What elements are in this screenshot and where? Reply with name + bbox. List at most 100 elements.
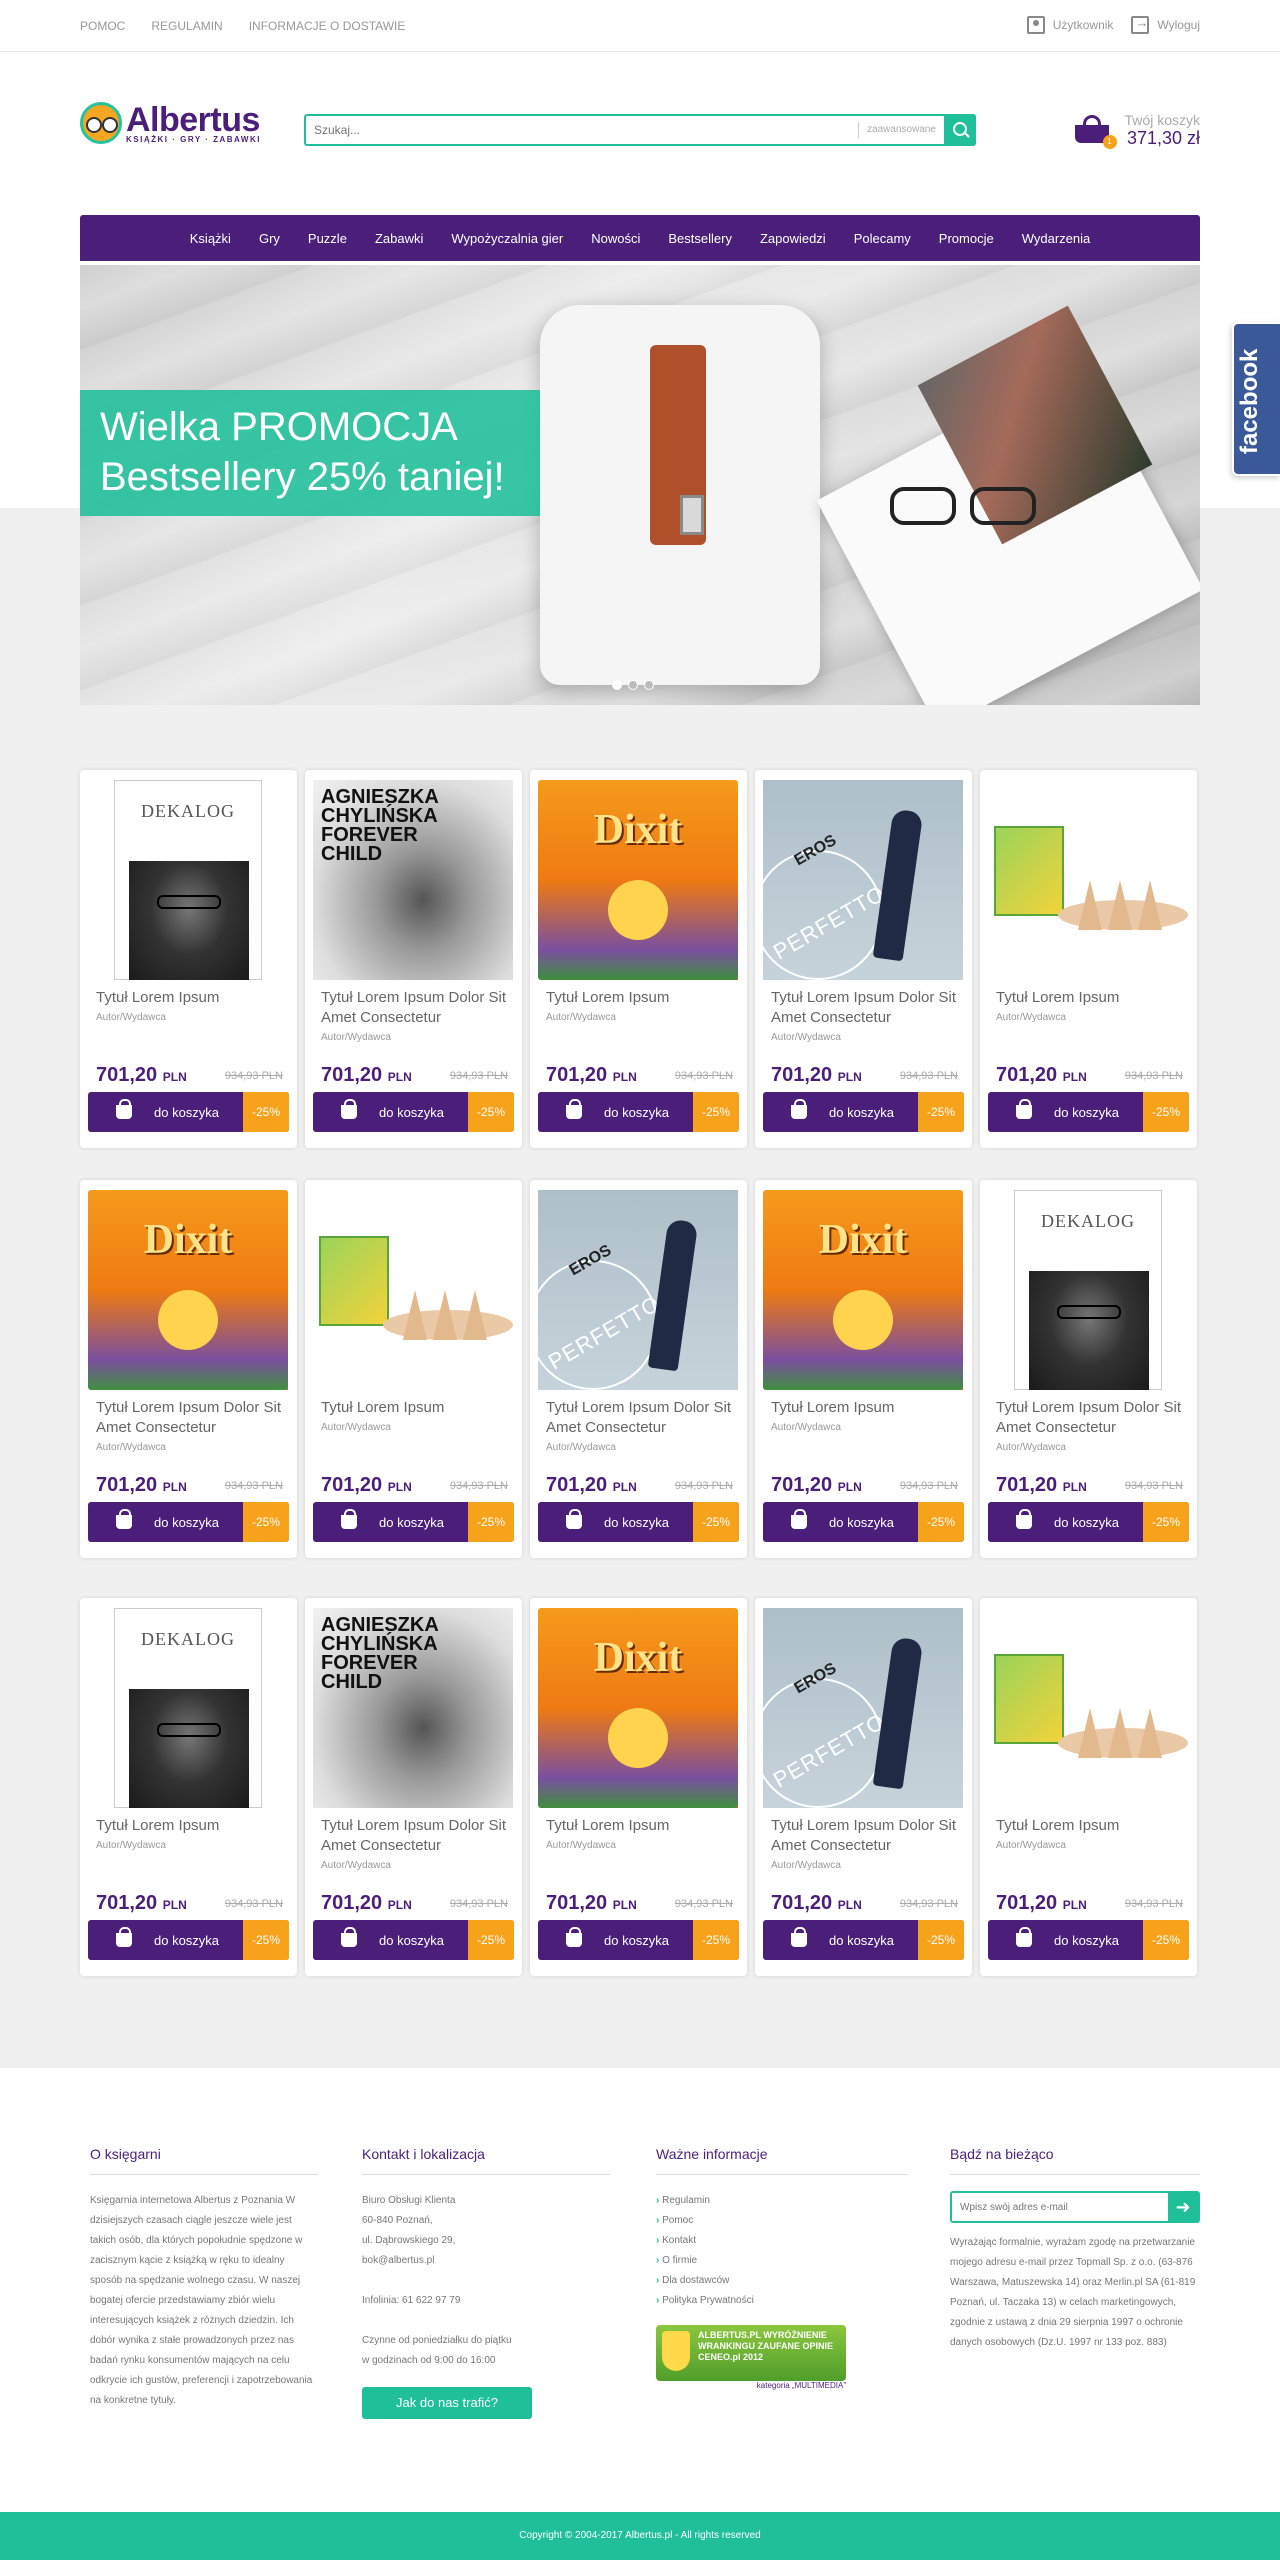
add-to-cart-button[interactable]: do koszyka -25% <box>88 1920 289 1960</box>
top-link-help[interactable]: POMOC <box>80 19 125 33</box>
product-card[interactable]: AGNIESZKA CHYLIŃSKA FOREVER CHILD Tytuł L… <box>305 770 522 1148</box>
product-title[interactable]: Tytuł Lorem Ipsum Dolor Sit Amet Consect… <box>321 1816 521 1856</box>
product-title[interactable]: Tytuł Lorem Ipsum <box>546 1816 746 1836</box>
product-image[interactable]: EROS PERFETTO <box>763 1608 963 1808</box>
top-link-delivery[interactable]: INFORMACJE O DOSTAWIE <box>249 19 406 33</box>
directions-button[interactable]: Jak do nas trafić? <box>362 2387 532 2419</box>
add-to-cart-button[interactable]: do koszyka -25% <box>763 1920 964 1960</box>
add-to-cart-button[interactable]: do koszyka -25% <box>313 1920 514 1960</box>
product-title[interactable]: Tytuł Lorem Ipsum <box>321 1398 521 1418</box>
nav-item-bestsellers[interactable]: Bestsellery <box>668 231 732 246</box>
product-image[interactable] <box>988 780 1188 980</box>
product-card[interactable]: EROS PERFETTO Tytuł Lorem Ipsum Dolor Sit … <box>530 1180 747 1558</box>
product-image[interactable]: DEKALOG <box>88 1608 288 1808</box>
product-image[interactable]: Dixit <box>538 1608 738 1808</box>
product-image[interactable]: DEKALOG <box>88 780 288 980</box>
product-title[interactable]: Tytuł Lorem Ipsum Dolor Sit Amet Consect… <box>546 1398 746 1438</box>
product-old-price: 934,93 PLN <box>899 1070 958 1082</box>
nav-item-books[interactable]: Książki <box>190 231 231 246</box>
product-title[interactable]: Tytuł Lorem Ipsum Dolor Sit Amet Consect… <box>96 1398 296 1438</box>
add-to-cart-button[interactable]: do koszyka -25% <box>538 1920 739 1960</box>
footer-link-privacy[interactable]: Polityka Prywatności <box>656 2291 908 2311</box>
nav-item-recommended[interactable]: Polecamy <box>854 231 911 246</box>
product-card[interactable]: DEKALOG Tytuł Lorem Ipsum Autor/Wydawca 701… <box>80 770 297 1148</box>
slider-dot[interactable] <box>644 680 654 690</box>
product-author: Autor/Wydawca <box>996 1442 1066 1453</box>
product-title[interactable]: Tytuł Lorem Ipsum <box>546 988 746 1008</box>
add-to-cart-button[interactable]: do koszyka -25% <box>538 1502 739 1542</box>
product-card[interactable]: Tytuł Lorem Ipsum Autor/Wydawca 701,20 PLN… <box>305 1180 522 1558</box>
search-input[interactable] <box>306 116 859 144</box>
footer-link-contact[interactable]: Kontakt <box>656 2231 908 2251</box>
add-to-cart-button[interactable]: do koszyka -25% <box>313 1502 514 1542</box>
ceneo-badge[interactable]: ALBERTUS.PL WYRÓŻNIENIE WRANKINGU ZAUFAN… <box>656 2325 846 2390</box>
nav-item-events[interactable]: Wydarzenia <box>1022 231 1091 246</box>
product-image[interactable] <box>313 1190 513 1390</box>
product-title[interactable]: Tytuł Lorem Ipsum <box>996 988 1196 1008</box>
nav-item-upcoming[interactable]: Zapowiedzi <box>760 231 826 246</box>
top-link-terms[interactable]: REGULAMIN <box>151 19 222 33</box>
newsletter-submit-button[interactable]: ➜ <box>1168 2193 1198 2221</box>
product-image[interactable]: EROS PERFETTO <box>763 780 963 980</box>
product-card[interactable]: EROS PERFETTO Tytuł Lorem Ipsum Dolor Sit … <box>755 770 972 1148</box>
search-button[interactable] <box>944 114 976 146</box>
product-image[interactable]: Dixit <box>763 1190 963 1390</box>
user-link[interactable]: Użytkownik <box>1026 16 1113 34</box>
nav-item-new[interactable]: Nowości <box>591 231 640 246</box>
add-to-cart-button[interactable]: do koszyka -25% <box>88 1502 289 1542</box>
advanced-search-link[interactable]: zaawansowane <box>858 122 944 138</box>
product-card[interactable]: Dixit Tytuł Lorem Ipsum Autor/Wydawca 701,2… <box>530 1598 747 1976</box>
logout-link[interactable]: Wyloguj <box>1131 15 1200 34</box>
product-title[interactable]: Tytuł Lorem Ipsum <box>996 1816 1196 1836</box>
nav-item-games[interactable]: Gry <box>259 231 280 246</box>
slider-dot[interactable] <box>628 680 638 690</box>
add-to-cart-button[interactable]: do koszyka -25% <box>988 1502 1189 1542</box>
product-title[interactable]: Tytuł Lorem Ipsum Dolor Sit Amet Consect… <box>771 1816 971 1856</box>
add-to-cart-label: do koszyka <box>1054 1104 1120 1120</box>
product-title[interactable]: Tytuł Lorem Ipsum <box>771 1398 971 1418</box>
contact-email[interactable]: bok@albertus.pl <box>362 2251 610 2271</box>
product-image[interactable]: AGNIESZKA CHYLIŃSKA FOREVER CHILD <box>313 780 513 980</box>
add-to-cart-button[interactable]: do koszyka -25% <box>988 1920 1189 1960</box>
logo[interactable]: Albertus KSIĄŻKI · GRY · ZABAWKI <box>80 102 261 144</box>
nav-item-game-rental[interactable]: Wypożyczalnia gier <box>451 231 563 246</box>
nav-item-toys[interactable]: Zabawki <box>375 231 423 246</box>
product-card[interactable]: Dixit Tytuł Lorem Ipsum Dolor Sit Amet Co… <box>80 1180 297 1558</box>
product-card[interactable]: EROS PERFETTO Tytuł Lorem Ipsum Dolor Sit … <box>755 1598 972 1976</box>
footer-link-suppliers[interactable]: Dla dostawców <box>656 2271 908 2291</box>
add-to-cart-button[interactable]: do koszyka -25% <box>763 1502 964 1542</box>
product-title[interactable]: Tytuł Lorem Ipsum Dolor Sit Amet Consect… <box>996 1398 1196 1438</box>
product-image[interactable] <box>988 1608 1188 1808</box>
newsletter-email-input[interactable] <box>952 2193 1168 2221</box>
product-image[interactable]: AGNIESZKA CHYLIŃSKA FOREVER CHILD <box>313 1608 513 1808</box>
footer-link-about[interactable]: O firmie <box>656 2251 908 2271</box>
product-image[interactable]: Dixit <box>538 780 738 980</box>
footer-link-terms[interactable]: Regulamin <box>656 2191 908 2211</box>
product-image[interactable]: EROS PERFETTO <box>538 1190 738 1390</box>
product-card[interactable]: Dixit Tytuł Lorem Ipsum Autor/Wydawca 701,2… <box>755 1180 972 1558</box>
product-title[interactable]: Tytuł Lorem Ipsum Dolor Sit Amet Consect… <box>771 988 971 1028</box>
product-title[interactable]: Tytuł Lorem Ipsum <box>96 1816 296 1836</box>
product-card[interactable]: AGNIESZKA CHYLIŃSKA FOREVER CHILD Tytuł L… <box>305 1598 522 1976</box>
footer-link-help[interactable]: Pomoc <box>656 2211 908 2231</box>
nav-item-puzzle[interactable]: Puzzle <box>308 231 347 246</box>
product-old-price: 934,93 PLN <box>1124 1480 1183 1492</box>
nav-item-promotions[interactable]: Promocje <box>939 231 994 246</box>
product-title[interactable]: Tytuł Lorem Ipsum <box>96 988 296 1008</box>
slider-dot[interactable] <box>612 680 622 690</box>
add-to-cart-button[interactable]: do koszyka -25% <box>313 1092 514 1132</box>
product-card[interactable]: Tytuł Lorem Ipsum Autor/Wydawca 701,20 PLN… <box>980 770 1197 1148</box>
cart[interactable]: 1 Twój koszyk 371,30 zł <box>1074 112 1200 149</box>
product-card[interactable]: DEKALOG Tytuł Lorem Ipsum Autor/Wydawca 701… <box>80 1598 297 1976</box>
product-image[interactable]: DEKALOG <box>988 1190 1188 1390</box>
facebook-tab[interactable]: facebook <box>1232 322 1280 476</box>
add-to-cart-button[interactable]: do koszyka -25% <box>763 1092 964 1132</box>
product-card[interactable]: Tytuł Lorem Ipsum Autor/Wydawca 701,20 PLN… <box>980 1598 1197 1976</box>
product-title[interactable]: Tytuł Lorem Ipsum Dolor Sit Amet Consect… <box>321 988 521 1028</box>
product-image[interactable]: Dixit <box>88 1190 288 1390</box>
add-to-cart-button[interactable]: do koszyka -25% <box>988 1092 1189 1132</box>
product-card[interactable]: Dixit Tytuł Lorem Ipsum Autor/Wydawca 701,2… <box>530 770 747 1148</box>
add-to-cart-button[interactable]: do koszyka -25% <box>538 1092 739 1132</box>
add-to-cart-button[interactable]: do koszyka -25% <box>88 1092 289 1132</box>
product-card[interactable]: DEKALOG Tytuł Lorem Ipsum Dolor Sit Amet … <box>980 1180 1197 1558</box>
